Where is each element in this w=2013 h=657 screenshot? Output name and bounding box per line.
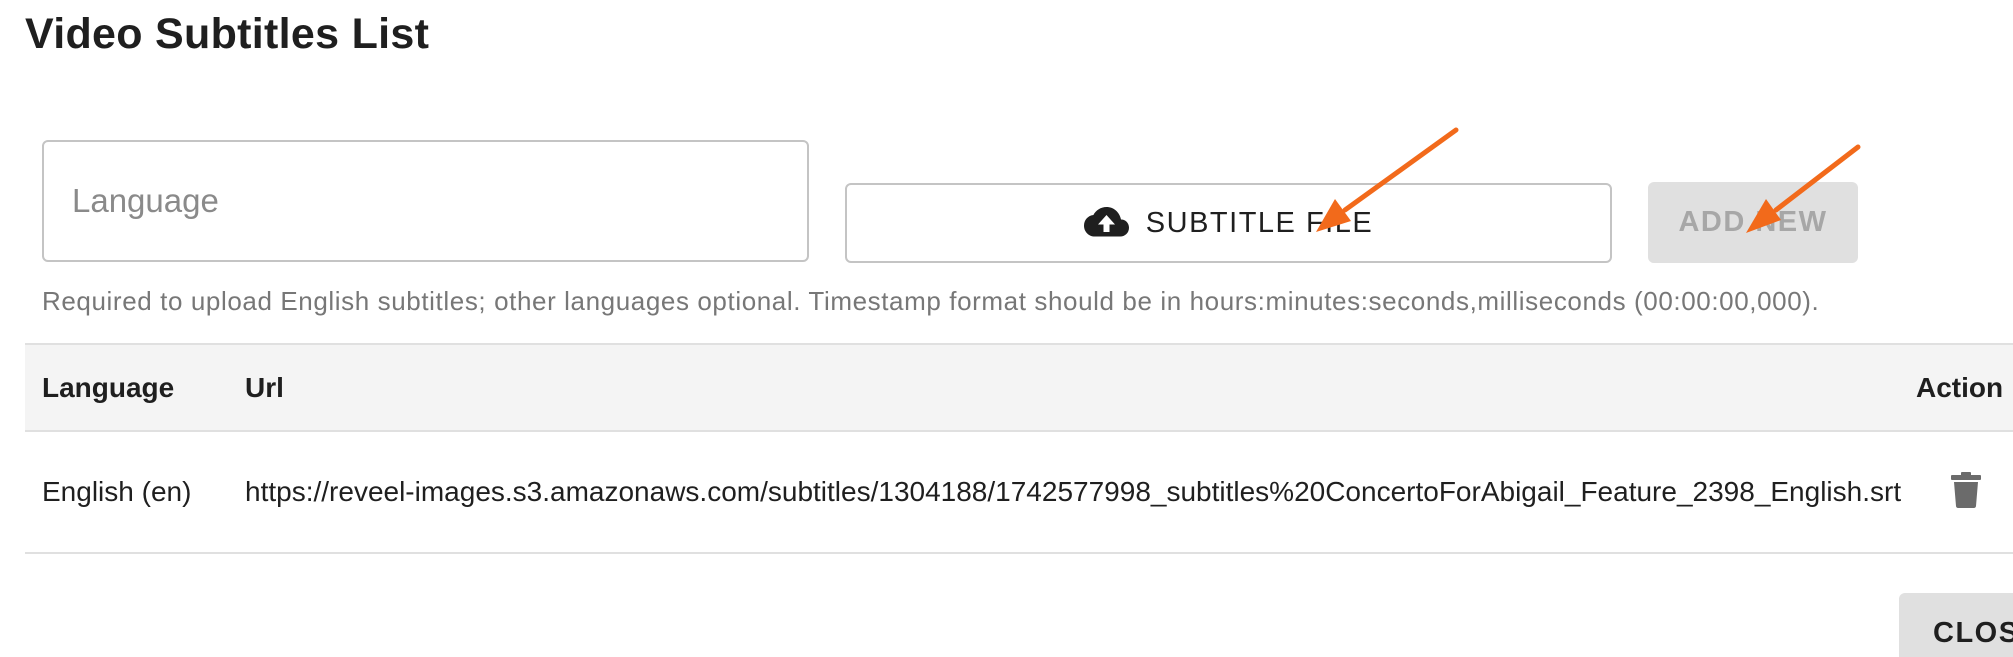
helper-text: Required to upload English subtitles; ot… xyxy=(42,286,1820,316)
column-header-language: Language xyxy=(42,371,175,403)
row-url: https://reveel-images.s3.amazonaws.com/s… xyxy=(245,476,1902,507)
column-header-url: Url xyxy=(245,371,284,403)
video-subtitles-dialog: Video Subtitles List SUBTITLE FILE ADD N… xyxy=(0,0,2013,657)
delete-subtitle-button[interactable] xyxy=(1951,432,1981,552)
close-button[interactable]: CLOSE xyxy=(1899,593,2013,657)
page-title: Video Subtitles List xyxy=(25,10,430,58)
cloud-upload-icon xyxy=(1083,206,1130,240)
subtitle-file-label: SUBTITLE FILE xyxy=(1145,206,1374,239)
subtitle-file-upload-button[interactable]: SUBTITLE FILE xyxy=(845,183,1612,263)
row-language: English (en) xyxy=(42,476,192,507)
trash-icon xyxy=(1951,471,1981,513)
column-header-action: Action xyxy=(1916,371,2004,403)
table-header: Language Url Action xyxy=(25,343,2013,432)
language-input[interactable] xyxy=(42,140,809,262)
add-new-button[interactable]: ADD NEW xyxy=(1648,182,1858,263)
subtitles-table: Language Url Action English (en) https:/… xyxy=(25,343,2013,554)
table-row: English (en) https://reveel-images.s3.am… xyxy=(25,432,2013,554)
annotation-arrows xyxy=(1316,127,1861,233)
